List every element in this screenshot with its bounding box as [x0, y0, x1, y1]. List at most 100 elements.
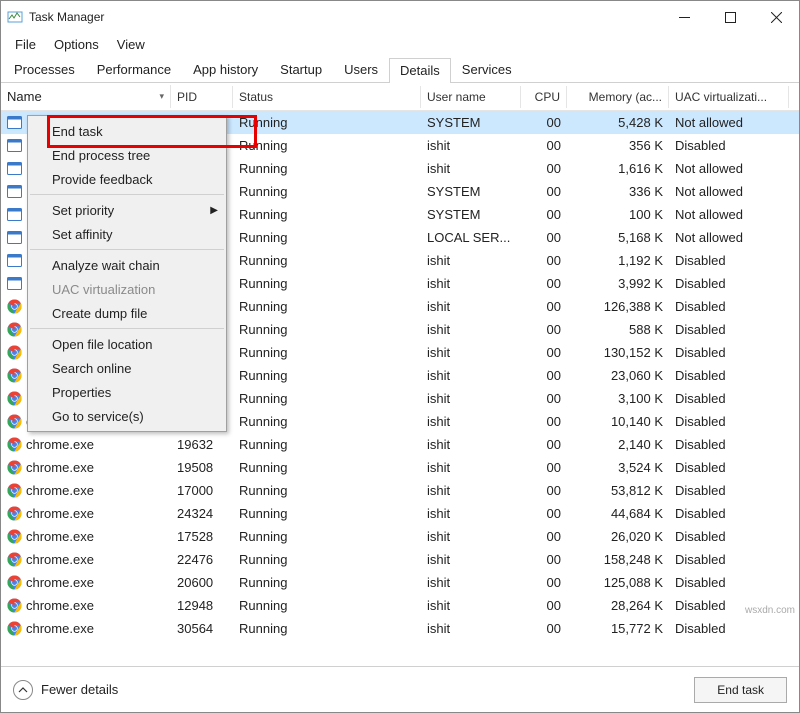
cell-memory: 3,992 K [567, 274, 669, 293]
title-bar: Task Manager [1, 1, 799, 33]
cell-uac: Not allowed [669, 159, 789, 178]
cell-status: Running [233, 228, 421, 247]
maximize-button[interactable] [707, 1, 753, 33]
watermark: wsxdn.com [745, 605, 795, 616]
table-row[interactable]: chrome.exe19632Runningishit002,140 KDisa… [1, 433, 799, 456]
table-row[interactable]: chrome.exe24324Runningishit0044,684 KDis… [1, 502, 799, 525]
ctx-create-dump-file[interactable]: Create dump file [28, 301, 226, 325]
cell-pid: 19632 [171, 435, 233, 454]
cell-status: Running [233, 550, 421, 569]
cell-status: Running [233, 389, 421, 408]
cell-memory: 1,616 K [567, 159, 669, 178]
column-header-user[interactable]: User name [421, 86, 521, 108]
table-row[interactable]: chrome.exe22476Runningishit00158,248 KDi… [1, 548, 799, 571]
cell-uac: Disabled [669, 297, 789, 316]
menu-view[interactable]: View [109, 35, 153, 54]
close-button[interactable] [753, 1, 799, 33]
cell-pid: 12948 [171, 596, 233, 615]
tab-users[interactable]: Users [333, 57, 389, 82]
ctx-search-online[interactable]: Search online [28, 356, 226, 380]
cell-name: chrome.exe [1, 619, 171, 638]
column-header-cpu[interactable]: CPU [521, 86, 567, 108]
cell-cpu: 00 [521, 458, 567, 477]
ctx-open-file-location[interactable]: Open file location [28, 332, 226, 356]
ctx-set-priority[interactable]: Set priority ▶ [28, 198, 226, 222]
cell-status: Running [233, 435, 421, 454]
chrome-icon [7, 414, 22, 429]
tab-details[interactable]: Details [389, 58, 451, 83]
table-row[interactable]: chrome.exe19508Runningishit003,524 KDisa… [1, 456, 799, 479]
menu-file[interactable]: File [7, 35, 44, 54]
cell-user: SYSTEM [421, 113, 521, 132]
ctx-uac-virtualization: UAC virtualization [28, 277, 226, 301]
cell-uac: Disabled [669, 619, 789, 638]
cell-name: chrome.exe [1, 458, 171, 477]
table-row[interactable]: chrome.exe30564Runningishit0015,772 KDis… [1, 617, 799, 640]
cell-user: ishit [421, 136, 521, 155]
cell-uac: Disabled [669, 366, 789, 385]
cell-uac: Disabled [669, 389, 789, 408]
column-header-name[interactable]: Name ▾ [1, 85, 171, 108]
cell-cpu: 00 [521, 596, 567, 615]
cell-status: Running [233, 251, 421, 270]
tab-app-history[interactable]: App history [182, 57, 269, 82]
fewer-details-link[interactable]: Fewer details [41, 682, 118, 697]
cell-user: ishit [421, 320, 521, 339]
cell-uac: Disabled [669, 527, 789, 546]
cell-pid: 20600 [171, 573, 233, 592]
table-row[interactable]: chrome.exe20600Runningishit00125,088 KDi… [1, 571, 799, 594]
ctx-separator [30, 194, 224, 195]
end-task-button[interactable]: End task [694, 677, 787, 703]
cell-name: chrome.exe [1, 527, 171, 546]
window-title: Task Manager [29, 10, 661, 24]
cell-cpu: 00 [521, 320, 567, 339]
minimize-button[interactable] [661, 1, 707, 33]
tab-processes[interactable]: Processes [3, 57, 86, 82]
cell-memory: 158,248 K [567, 550, 669, 569]
table-row[interactable]: chrome.exe17528Runningishit0026,020 KDis… [1, 525, 799, 548]
ctx-analyze-wait-chain[interactable]: Analyze wait chain [28, 253, 226, 277]
cell-memory: 125,088 K [567, 573, 669, 592]
tab-performance[interactable]: Performance [86, 57, 182, 82]
tab-services[interactable]: Services [451, 57, 523, 82]
cell-name: chrome.exe [1, 596, 171, 615]
ctx-provide-feedback[interactable]: Provide feedback [28, 167, 226, 191]
cell-memory: 53,812 K [567, 481, 669, 500]
chrome-icon [7, 437, 22, 452]
cell-memory: 44,684 K [567, 504, 669, 523]
cell-status: Running [233, 458, 421, 477]
chrome-icon [7, 598, 22, 613]
cell-status: Running [233, 527, 421, 546]
ctx-end-process-tree[interactable]: End process tree [28, 143, 226, 167]
cell-memory: 2,140 K [567, 435, 669, 454]
table-row[interactable]: chrome.exe17000Runningishit0053,812 KDis… [1, 479, 799, 502]
cell-uac: Not allowed [669, 228, 789, 247]
tab-startup[interactable]: Startup [269, 57, 333, 82]
column-header-memory[interactable]: Memory (ac... [567, 86, 669, 108]
menu-options[interactable]: Options [46, 35, 107, 54]
process-grid[interactable]: End task End process tree Provide feedba… [1, 111, 799, 666]
context-menu: End task End process tree Provide feedba… [27, 115, 227, 432]
ctx-end-task[interactable]: End task [28, 119, 226, 143]
column-header-uac[interactable]: UAC virtualizati... [669, 86, 789, 108]
column-header-pid[interactable]: PID [171, 86, 233, 108]
cell-memory: 5,428 K [567, 113, 669, 132]
chrome-icon [7, 460, 22, 475]
chevron-up-icon[interactable] [13, 680, 33, 700]
cell-cpu: 00 [521, 159, 567, 178]
cell-status: Running [233, 573, 421, 592]
ctx-set-affinity[interactable]: Set affinity [28, 222, 226, 246]
table-row[interactable]: chrome.exe12948Runningishit0028,264 KDis… [1, 594, 799, 617]
cell-uac: Not allowed [669, 182, 789, 201]
ctx-item-label: Set priority [52, 203, 114, 218]
column-header-label: Name [7, 89, 42, 104]
cell-cpu: 00 [521, 366, 567, 385]
cell-cpu: 00 [521, 412, 567, 431]
cell-cpu: 00 [521, 297, 567, 316]
ctx-properties[interactable]: Properties [28, 380, 226, 404]
column-header-status[interactable]: Status [233, 86, 421, 108]
ctx-go-to-services[interactable]: Go to service(s) [28, 404, 226, 428]
cell-status: Running [233, 619, 421, 638]
cell-pid: 19508 [171, 458, 233, 477]
submenu-arrow-icon: ▶ [210, 205, 218, 216]
